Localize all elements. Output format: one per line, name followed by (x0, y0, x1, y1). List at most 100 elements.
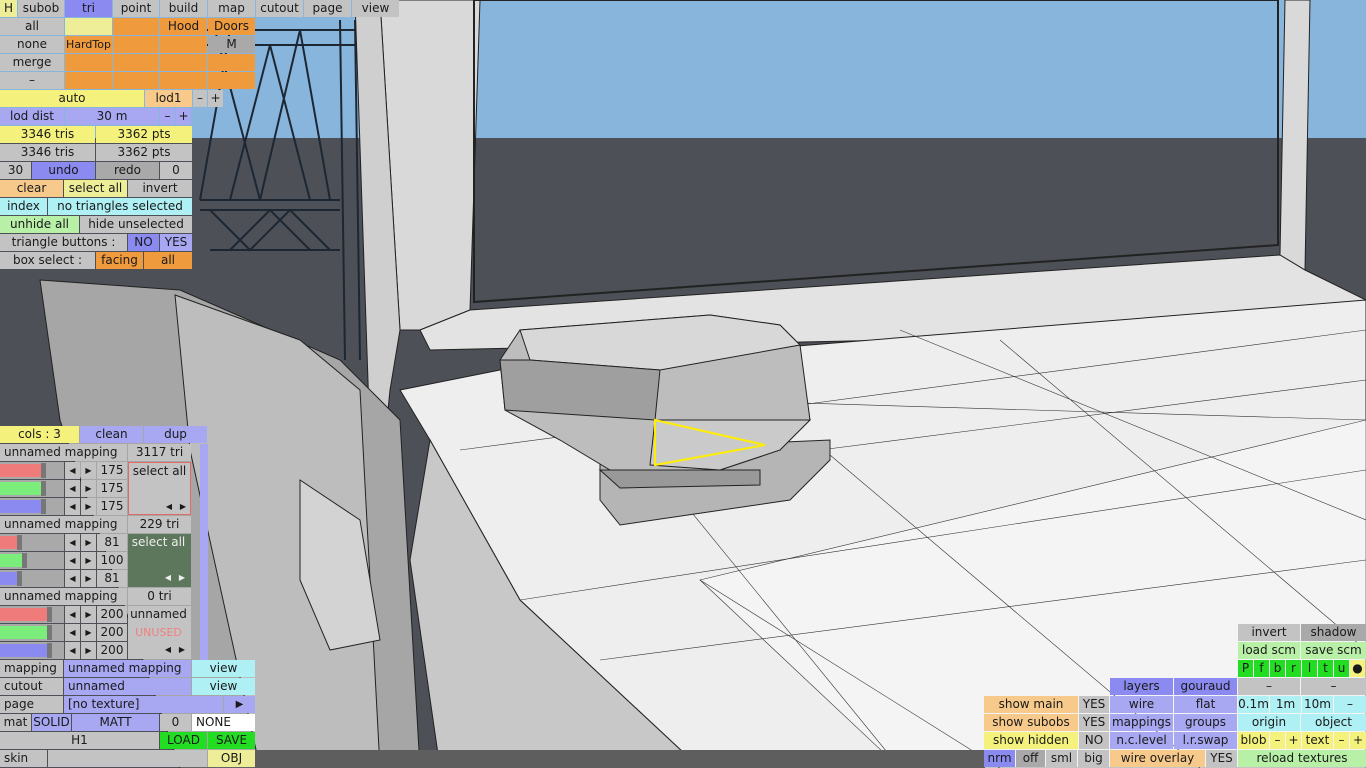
mapping-value[interactable]: unnamed mapping (64, 660, 191, 677)
green-decrement-arrow-icon[interactable]: ◀ (65, 552, 80, 569)
green-slider[interactable] (0, 552, 64, 569)
tri-mode-button[interactable]: tri (65, 0, 112, 17)
normals-sml-button[interactable]: sml (1046, 750, 1077, 767)
box-select-facing[interactable]: facing (96, 252, 143, 269)
swatch-prev-arrow-icon[interactable]: ◀ (161, 641, 175, 658)
blue-increment-arrow-icon[interactable]: ▶ (81, 498, 96, 515)
wire-overlay-button[interactable]: wire overlay (1110, 750, 1205, 767)
blue-value[interactable]: 200 (97, 642, 127, 659)
swatch-next-arrow-icon[interactable]: ▶ (175, 569, 189, 586)
normals-off-button[interactable]: off (1016, 750, 1045, 767)
mappings-button[interactable]: mappings (1110, 714, 1173, 731)
cutout-view-button[interactable]: view (192, 678, 255, 695)
red-decrement-arrow-icon[interactable]: ◀ (65, 534, 80, 551)
red-slider-handle[interactable] (41, 463, 46, 478)
blob-minus-button[interactable]: – (1270, 732, 1285, 749)
green-value[interactable]: 100 (97, 552, 127, 569)
blue-value[interactable]: 81 (97, 570, 127, 587)
unhide-all-button[interactable]: unhide all (0, 216, 79, 233)
page-mode-button[interactable]: page (304, 0, 351, 17)
blue-slider[interactable] (0, 570, 64, 587)
mapping-color-swatch[interactable]: select all ◀ ▶ (128, 534, 191, 587)
subob-doors-button[interactable]: Doors (208, 18, 255, 35)
red-slider[interactable] (0, 606, 64, 623)
wire-overlay-yes[interactable]: YES (1206, 750, 1237, 767)
swatch-prev-arrow-icon[interactable]: ◀ (161, 569, 175, 586)
clean-button[interactable]: clean (80, 426, 143, 443)
mapping-name[interactable]: unnamed mapping (0, 444, 127, 461)
grid-0-1m-button[interactable]: 0.1m (1238, 696, 1269, 713)
view-letter-button[interactable]: l (1302, 660, 1317, 677)
normals-big-button[interactable]: big (1078, 750, 1109, 767)
hide-toggle-button[interactable]: H (0, 0, 17, 17)
green-slider-handle[interactable] (41, 481, 46, 496)
show-subobs-button[interactable]: show subobs (984, 714, 1078, 731)
cols-button[interactable]: cols : 3 (0, 426, 79, 443)
subob-hood-button[interactable]: Hood (160, 18, 207, 35)
lod-dist-minus-button[interactable]: – (160, 108, 175, 125)
groups-button[interactable]: groups (1174, 714, 1237, 731)
view-mode-button[interactable]: view (352, 0, 399, 17)
subob-mode-button[interactable]: subob (18, 0, 64, 17)
select-all-button[interactable]: select all (64, 180, 127, 197)
lr-swap-button[interactable]: l.r.swap (1174, 732, 1237, 749)
red-decrement-arrow-icon[interactable]: ◀ (65, 462, 80, 479)
subob-cell[interactable] (65, 54, 112, 71)
subob-cell[interactable] (160, 36, 207, 53)
red-increment-arrow-icon[interactable]: ▶ (81, 462, 96, 479)
red-decrement-arrow-icon[interactable]: ◀ (65, 606, 80, 623)
grid-minus-button[interactable]: – (1334, 696, 1366, 713)
red-value[interactable]: 81 (97, 534, 127, 551)
blue-decrement-arrow-icon[interactable]: ◀ (65, 570, 80, 587)
mat-matt-button[interactable]: MATT (72, 714, 159, 731)
show-hidden-no[interactable]: NO (1079, 732, 1109, 749)
mat-zero[interactable]: 0 (160, 714, 191, 731)
swatch-next-arrow-icon[interactable]: ▶ (175, 641, 189, 658)
triangle-buttons-no[interactable]: NO (128, 234, 159, 251)
green-slider-handle[interactable] (22, 553, 27, 568)
view-letter-button[interactable]: t (1318, 660, 1333, 677)
green-slider[interactable] (0, 624, 64, 641)
mat-none-field[interactable]: NONE (192, 714, 255, 731)
subob-cell[interactable] (208, 54, 255, 71)
red-slider-handle[interactable] (47, 607, 52, 622)
subob-cell[interactable] (65, 72, 112, 89)
show-main-yes[interactable]: YES (1079, 696, 1109, 713)
mapping-name[interactable]: unnamed mapping (0, 516, 127, 533)
normals-nrm-button[interactable]: nrm (984, 750, 1015, 767)
invert-button[interactable]: invert (1238, 624, 1300, 641)
select-all-subobs-button[interactable]: all (0, 18, 64, 35)
index-button[interactable]: index (0, 198, 47, 215)
object-button[interactable]: object (1301, 714, 1366, 731)
green-slider[interactable] (0, 480, 64, 497)
mapping-name[interactable]: unnamed mapping (0, 588, 127, 605)
view-letter-button[interactable]: P (1238, 660, 1253, 677)
blue-slider[interactable] (0, 498, 64, 515)
view-letter-button[interactable]: ● (1350, 660, 1365, 677)
undo-button[interactable]: undo (32, 162, 95, 179)
swatch-label[interactable]: unnamed (128, 606, 189, 623)
origin-button[interactable]: origin (1238, 714, 1300, 731)
subob-dash-button[interactable]: – (0, 72, 64, 89)
subob-cell[interactable] (208, 72, 255, 89)
green-decrement-arrow-icon[interactable]: ◀ (65, 624, 80, 641)
blue-slider[interactable] (0, 642, 64, 659)
subob-cell[interactable] (113, 72, 159, 89)
mapping-color-swatch[interactable]: select all ◀ ▶ (128, 462, 191, 515)
text-minus-button[interactable]: – (1334, 732, 1349, 749)
select-none-subobs-button[interactable]: none (0, 36, 64, 53)
grid-10m-button[interactable]: 10m (1302, 696, 1333, 713)
load-button[interactable]: LOAD (160, 732, 207, 749)
gouraud-button[interactable]: gouraud (1174, 678, 1237, 695)
blue-slider-handle[interactable] (47, 643, 52, 658)
obj-button[interactable]: OBJ (208, 750, 255, 767)
view-letter-button[interactable]: f (1254, 660, 1269, 677)
swatch-label[interactable]: select all (128, 534, 189, 551)
green-value[interactable]: 175 (97, 480, 127, 497)
lod-auto-button[interactable]: auto (0, 90, 144, 107)
swatch-label[interactable]: select all (129, 463, 190, 480)
reload-textures-button[interactable]: reload textures (1238, 750, 1366, 767)
blue-value[interactable]: 175 (97, 498, 127, 515)
mapping-view-button[interactable]: view (192, 660, 255, 677)
invert-selection-button[interactable]: invert (128, 180, 192, 197)
